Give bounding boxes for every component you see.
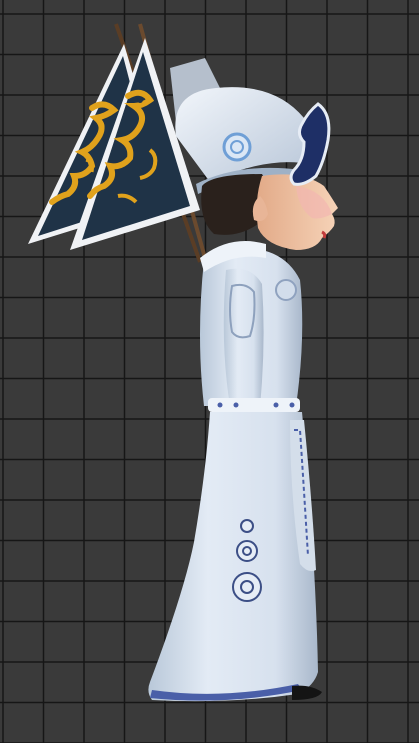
3d-viewport[interactable] [0,0,419,743]
viewport-canvas [0,0,419,743]
shoe [292,685,322,700]
shoulder-emblem [275,279,297,301]
character-model[interactable] [28,23,338,702]
belt [208,398,300,412]
